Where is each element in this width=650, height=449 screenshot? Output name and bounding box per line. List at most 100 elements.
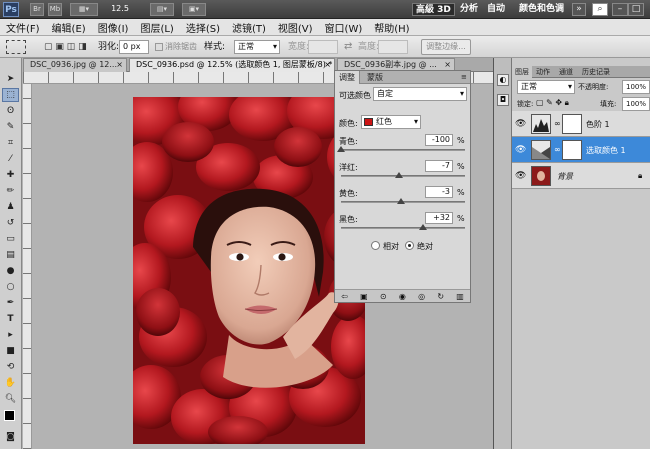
menu-view[interactable]: 视图(V) (272, 20, 319, 35)
slider-value-input[interactable]: -7 (425, 160, 453, 172)
visibility-icon[interactable]: ◉ (399, 292, 406, 301)
marquee-tool-icon[interactable]: ⬚ (2, 88, 19, 102)
brush-tool-icon[interactable]: ✏ (2, 184, 19, 198)
eraser-tool-icon[interactable]: ▭ (2, 232, 19, 246)
selection-mode-icons[interactable]: ▢ ▣ ◫ ◨ (44, 40, 92, 54)
tab-masks[interactable]: 蒙版 (363, 71, 387, 84)
menu-image[interactable]: 图像(I) (92, 20, 135, 35)
lasso-tool-icon[interactable]: ʘ (2, 104, 19, 118)
slider-track[interactable] (341, 149, 465, 151)
antialias-checkbox[interactable] (155, 43, 163, 51)
layer-selective-color[interactable]: 👁︎ ∞ 选取颜色 1 (512, 137, 650, 163)
delete-icon[interactable]: ▥ (456, 292, 464, 301)
menu-window[interactable]: 窗口(W) (319, 20, 369, 35)
close-icon[interactable]: × (324, 59, 331, 71)
menu-filter[interactable]: 滤镜(T) (226, 20, 272, 35)
healing-brush-tool-icon[interactable]: ✚ (2, 168, 19, 182)
zoom-tool-icon[interactable]: 🔍︎ (2, 392, 19, 406)
tab-adjustments[interactable]: 调整 (335, 71, 360, 84)
masks-panel-icon[interactable]: ◘ (497, 94, 509, 106)
slider-track[interactable] (341, 227, 465, 229)
slider-thumb[interactable] (337, 146, 345, 152)
tab-doc-psd[interactable]: DSC_0936.psd @ 12.5% (选取颜色 1, 图层蒙板/8) * × (129, 58, 335, 72)
tab-actions[interactable]: 动作 (533, 66, 553, 78)
slider-value-input[interactable]: -100 (425, 134, 453, 146)
reset-icon[interactable]: ↻ (437, 292, 444, 301)
menu-select[interactable]: 选择(S) (180, 20, 226, 35)
clone-stamp-tool-icon[interactable]: ♟ (2, 200, 19, 214)
opacity-input[interactable]: 100% (622, 80, 650, 94)
eye-icon[interactable]: 👁︎ (515, 119, 526, 129)
screen-mode-button[interactable]: ▣▾ (182, 3, 206, 16)
move-tool-icon[interactable]: ➤ (2, 72, 19, 86)
gradient-tool-icon[interactable]: ▤ (2, 248, 19, 262)
view-extras-button[interactable]: ▦▾ (70, 3, 98, 16)
workspace-auto[interactable]: 自动 (487, 3, 505, 16)
workspace-3d[interactable]: 高級 3D (412, 3, 455, 16)
menu-edit[interactable]: 编辑(E) (46, 20, 92, 35)
workspace-analysis[interactable]: 分析 (460, 3, 478, 16)
zoom-level[interactable]: 12.5 (104, 3, 136, 16)
hand-tool-icon[interactable]: ✋ (2, 376, 19, 390)
path-selection-tool-icon[interactable]: ▸ (2, 328, 19, 342)
crop-tool-icon[interactable]: ⌗ (2, 136, 19, 150)
history-brush-tool-icon[interactable]: ↺ (2, 216, 19, 230)
pen-tool-icon[interactable]: ✒ (2, 296, 19, 310)
preset-select[interactable]: 自定 (373, 87, 467, 101)
menu-file[interactable]: 文件(F) (0, 20, 46, 35)
3d-rotate-tool-icon[interactable]: ⟲ (2, 360, 19, 374)
blur-tool-icon[interactable]: ● (2, 264, 19, 278)
workspace-more-button[interactable]: » (572, 3, 586, 16)
style-select[interactable]: 正常 (234, 40, 280, 54)
workspace-color[interactable]: 颜色和色调 (519, 3, 564, 16)
quick-select-tool-icon[interactable]: ✎ (2, 120, 19, 134)
lock-icons[interactable]: ▢ ✎ ✥ 🔒︎ (536, 98, 569, 108)
fill-input[interactable]: 100% (622, 97, 650, 111)
slider-thumb[interactable] (397, 198, 406, 204)
shape-tool-icon[interactable]: ■ (2, 344, 19, 358)
color-select[interactable]: 红色 (361, 115, 421, 129)
foreground-color-swatch[interactable] (4, 410, 15, 421)
feather-input[interactable]: 0 px (119, 40, 149, 54)
eyedropper-tool-icon[interactable]: ⁄ (2, 152, 19, 166)
minimize-button[interactable]: – (612, 3, 628, 16)
menu-layer[interactable]: 图层(L) (134, 20, 179, 35)
vertical-ruler[interactable] (23, 84, 32, 449)
eye-icon[interactable]: 👁︎ (515, 171, 526, 181)
eye-icon[interactable]: 👁︎ (515, 145, 526, 155)
link-icon[interactable]: ∞ (554, 145, 561, 154)
link-icon[interactable]: ∞ (554, 119, 561, 128)
layer-mask-thumbnail[interactable] (562, 114, 582, 134)
tab-layers[interactable]: 图层 (512, 66, 532, 78)
menu-help[interactable]: 帮助(H) (368, 20, 415, 35)
layer-background[interactable]: 👁︎ 背景 🔒︎ (512, 163, 650, 189)
refine-edge-button[interactable]: 调整边缘... (421, 39, 471, 55)
slider-thumb[interactable] (418, 224, 427, 230)
slider-value-input[interactable]: -3 (425, 186, 453, 198)
mini-bridge-button[interactable]: Mb (48, 3, 62, 16)
slider-value-input[interactable]: +32 (425, 212, 453, 224)
relative-radio[interactable] (371, 241, 380, 250)
maximize-button[interactable]: □ (628, 3, 644, 16)
slider-track[interactable] (341, 175, 465, 177)
tab-history[interactable]: 历史记录 (579, 66, 613, 78)
arrange-documents-button[interactable]: ▤▾ (150, 3, 174, 16)
panel-menu-icon[interactable]: ≡ (457, 71, 471, 84)
width-input[interactable] (308, 40, 338, 54)
swap-icon[interactable]: ⇄ (344, 36, 352, 58)
type-tool-icon[interactable]: T (2, 312, 19, 326)
blend-mode-select[interactable]: 正常 (517, 80, 575, 94)
absolute-radio[interactable] (405, 241, 414, 250)
adjustments-panel-icon[interactable]: ◐ (497, 74, 509, 86)
view-previous-icon[interactable]: ◎ (418, 292, 425, 301)
layer-levels[interactable]: 👁︎ ∞ 色阶 1 (512, 111, 650, 137)
close-icon[interactable]: × (116, 59, 123, 71)
document-photo[interactable] (133, 97, 365, 444)
marquee-preset-icon[interactable] (6, 40, 26, 54)
dodge-tool-icon[interactable]: ○ (2, 280, 19, 294)
bridge-button[interactable]: Br (30, 3, 44, 16)
search-icon[interactable]: ⌕ (592, 3, 608, 16)
clip-layer-icon[interactable]: ⊙ (380, 292, 387, 301)
slider-thumb[interactable] (394, 172, 403, 178)
tab-doc-jpg[interactable]: DSC_0936.jpg @ 12... × (23, 58, 127, 72)
